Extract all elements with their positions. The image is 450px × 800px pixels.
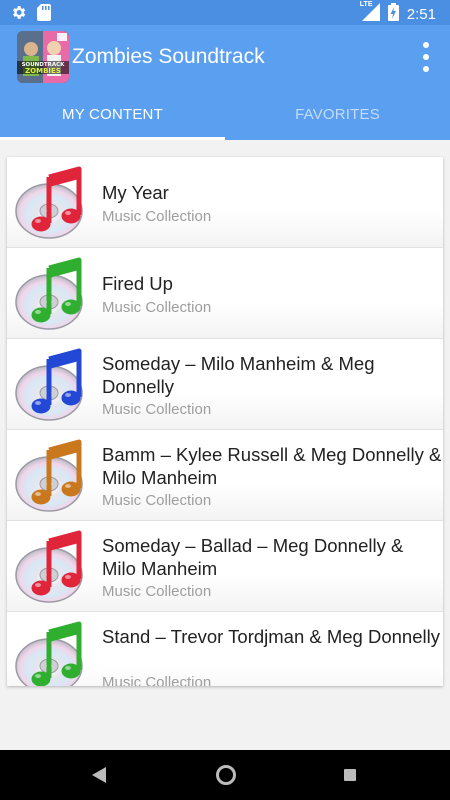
list-item[interactable]: Fired Up Music Collection [7,248,443,339]
music-disc-icon [13,529,91,605]
status-bar: LTE 2:51 [0,0,450,25]
song-title: Someday – Milo Manheim & Meg Donnelly [102,353,375,397]
settings-gear-icon [10,4,27,26]
song-subtitle: Music Collection [102,299,212,316]
back-icon[interactable] [92,767,106,788]
sd-card-icon [37,4,51,26]
app-bar: SOUNDTRACK ZOMBIES Zombies Soundtrack [0,25,450,90]
list-item[interactable]: Someday – Ballad – Meg Donnelly & Milo M… [7,521,443,612]
svg-text:ZOMBIES: ZOMBIES [25,67,61,75]
app-title: Zombies Soundtrack [72,45,265,68]
list-item[interactable]: Someday – Milo Manheim & Meg Donnelly Mu… [7,339,443,430]
song-title: Fired Up [102,273,173,294]
list-item[interactable]: Stand – Trevor Tordjman & Meg Donnelly M… [7,612,443,686]
network-type-label: LTE [359,1,373,8]
tab-bar: MY CONTENT FAVORITES [0,90,450,140]
song-title: Stand – Trevor Tordjman & Meg Donnelly [102,626,440,647]
app-logo: SOUNDTRACK ZOMBIES [17,31,69,83]
clock-time: 2:51 [406,5,436,23]
song-subtitle: Music Collection [102,208,212,225]
song-title: Someday – Ballad – Meg Donnelly & Milo M… [102,535,404,579]
song-subtitle: Music Collection [102,492,212,509]
song-title: My Year [102,182,169,203]
music-disc-icon [13,347,91,423]
music-disc-icon [13,620,91,686]
song-subtitle: Music Collection [102,583,212,600]
lte-signal-icon: LTE [359,1,380,25]
list-item[interactable]: Bamm – Kylee Russell & Meg Donnelly & Mi… [7,430,443,521]
tab-my-content[interactable]: MY CONTENT [0,90,225,140]
song-subtitle: Music Collection [102,401,212,418]
tab-favorites[interactable]: FAVORITES [225,90,450,140]
music-disc-icon [13,165,91,241]
music-disc-icon [13,256,91,332]
system-nav-bar [0,750,450,800]
song-title: Bamm – Kylee Russell & Meg Donnelly & Mi… [102,444,442,488]
song-list: My Year Music Collection Fired Up Music … [7,157,443,686]
overflow-menu-icon[interactable] [420,42,432,72]
battery-charging-icon [387,3,399,25]
recent-apps-icon[interactable] [344,769,356,781]
home-icon[interactable] [216,765,236,785]
music-disc-icon [13,438,91,514]
list-item[interactable]: My Year Music Collection [7,157,443,248]
song-subtitle: Music Collection [102,674,212,686]
